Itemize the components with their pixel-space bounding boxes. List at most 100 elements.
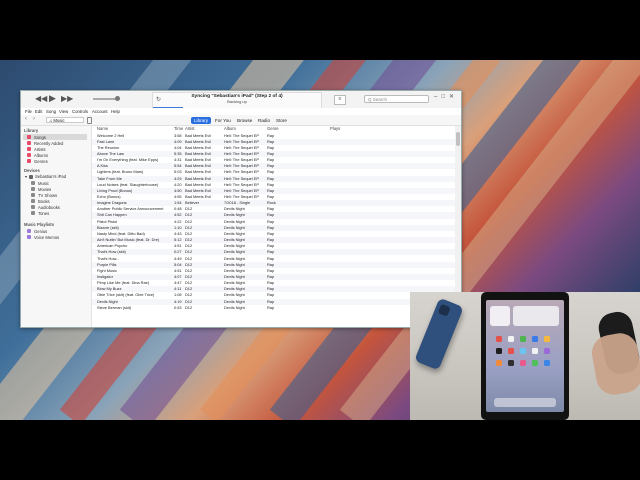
sync-status: Backing up — [227, 99, 247, 104]
volume-slider-track[interactable] — [93, 98, 117, 100]
voice-memos-icon — [27, 235, 31, 239]
sidebar-item-artists[interactable]: Artists — [34, 147, 46, 152]
menu-edit[interactable]: Edit — [35, 108, 42, 115]
sidebar-item-device-audiobooks[interactable]: Audiobooks — [38, 205, 60, 210]
tones-icon — [31, 211, 35, 215]
device-expand-icon[interactable]: ▾ — [25, 174, 27, 179]
ipad-screen — [486, 300, 564, 412]
sidebar-header-library: Library — [24, 128, 39, 133]
ipad-photo — [481, 292, 569, 420]
scrollbar-thumb[interactable] — [456, 132, 460, 146]
window-controls[interactable]: –□✕ — [434, 93, 458, 100]
app-icon — [532, 336, 538, 342]
sidebar-item-device-books[interactable]: Books — [38, 199, 50, 204]
menu-account[interactable]: Account — [92, 108, 108, 115]
menu-controls[interactable]: Controls — [72, 108, 88, 115]
ipad-device-icon[interactable] — [87, 116, 92, 124]
column-artist[interactable]: Artist — [185, 126, 195, 132]
app-icon — [520, 348, 526, 354]
sidebar-item-device-tones[interactable]: Tones — [38, 211, 49, 216]
sync-icon: ↻ — [156, 97, 162, 103]
iphone-photo — [414, 297, 464, 371]
table-cell-album: Devils Night — [224, 304, 245, 310]
app-icon — [544, 348, 550, 354]
app-icon — [544, 336, 550, 342]
menu-file[interactable]: File — [25, 108, 32, 115]
column-genre[interactable]: Genre — [267, 126, 279, 132]
sidebar-item-genres[interactable]: Genres — [34, 159, 48, 164]
tab-library[interactable]: Library — [191, 116, 212, 124]
tab-store[interactable]: Store — [273, 117, 290, 124]
ipad-icon — [29, 174, 33, 179]
sidebar-item-recently-added[interactable]: Recently Added — [34, 141, 63, 146]
column-plays[interactable]: Plays — [330, 126, 340, 132]
sidebar-item-voice-memos[interactable]: Voice Memos — [34, 235, 59, 240]
menu-bar: File Edit Song View Controls Account Hel… — [21, 108, 461, 115]
status-display: ↻ Syncing "Sebastian's iPad" (Step 2 of … — [152, 92, 322, 109]
table-row[interactable]: Steve Berman (skit) 0:53 D12 Devils Night Ra… — [92, 305, 455, 311]
tab-for-you[interactable]: For You — [212, 117, 234, 124]
movies-icon — [31, 187, 35, 191]
column-time[interactable]: Time — [174, 126, 183, 132]
menu-song[interactable]: Song — [46, 108, 56, 115]
rewind-icon[interactable]: ◀◀ — [35, 94, 47, 103]
media-picker-label: Music — [53, 118, 65, 123]
navigation-bar: ‹ › ♫ Music Library For You Browse Radio… — [21, 115, 461, 126]
sidebar-header-playlists: Music Playlists — [24, 222, 55, 227]
ipad-dock — [494, 398, 556, 407]
app-icon — [520, 360, 526, 366]
ipad-widget-large — [513, 306, 559, 326]
tv-shows-icon — [31, 193, 35, 197]
app-icon — [508, 348, 514, 354]
ipad-widget — [490, 306, 510, 326]
genius-icon — [27, 229, 31, 233]
app-icon — [532, 348, 538, 354]
sidebar-item-device-music[interactable]: Music — [38, 181, 49, 186]
app-icon — [532, 360, 538, 366]
app-icon — [544, 360, 550, 366]
app-icon — [496, 360, 502, 366]
back-arrow-icon[interactable]: ‹ — [25, 116, 27, 122]
phone-camera — [437, 303, 451, 317]
sidebar-item-songs[interactable]: Songs — [34, 135, 46, 140]
up-next-list-icon[interactable]: ≡ — [334, 95, 346, 105]
sidebar-item-device-movies[interactable]: Movies — [38, 187, 51, 192]
sidebar-item-device-tv-shows[interactable]: TV Shows — [38, 193, 57, 198]
table-cell-name: Steve Berman (skit) — [97, 304, 132, 310]
genres-icon — [27, 159, 31, 163]
hand-photo — [589, 330, 640, 398]
search-input[interactable]: Q Search — [364, 95, 429, 103]
music-icon — [31, 181, 35, 185]
media-picker[interactable]: ♫ Music — [46, 117, 84, 123]
sidebar-header-devices: Devices — [24, 168, 40, 173]
artists-icon — [27, 147, 31, 151]
sidebar-selection — [23, 134, 87, 140]
column-name[interactable]: Name — [97, 126, 108, 132]
sidebar-item-device[interactable]: Sebastian's iPad — [35, 174, 66, 179]
volume-slider-knob[interactable] — [115, 96, 120, 101]
audiobooks-icon — [31, 205, 35, 209]
table-cell-artist: D12 — [185, 304, 193, 310]
songs-icon — [27, 135, 31, 139]
menu-view[interactable]: View — [59, 108, 68, 115]
itunes-window: ◀◀ ▶ ▶▶ ↻ Syncing "Sebastian's iPad" (St… — [20, 90, 462, 328]
menu-help[interactable]: Help — [111, 108, 120, 115]
tab-browse[interactable]: Browse — [234, 117, 255, 124]
table-header: Name Time Artist Album Genre Plays — [92, 126, 455, 132]
webcam-overlay — [410, 292, 640, 420]
albums-icon — [27, 153, 31, 157]
recently-added-icon — [27, 141, 31, 145]
column-album[interactable]: Album — [224, 126, 236, 132]
fast-forward-icon[interactable]: ▶▶ — [61, 94, 73, 103]
forward-arrow-icon[interactable]: › — [33, 116, 35, 122]
app-icon — [508, 360, 514, 366]
tab-radio[interactable]: Radio — [255, 117, 273, 124]
app-icon — [496, 336, 502, 342]
books-icon — [31, 199, 35, 203]
app-icon — [508, 336, 514, 342]
sidebar-item-genius[interactable]: Genius — [34, 229, 47, 234]
app-icon — [496, 348, 502, 354]
sidebar-item-albums[interactable]: Albums — [34, 153, 48, 158]
player-toolbar: ◀◀ ▶ ▶▶ ↻ Syncing "Sebastian's iPad" (St… — [21, 91, 461, 109]
play-icon[interactable]: ▶ — [49, 93, 56, 104]
